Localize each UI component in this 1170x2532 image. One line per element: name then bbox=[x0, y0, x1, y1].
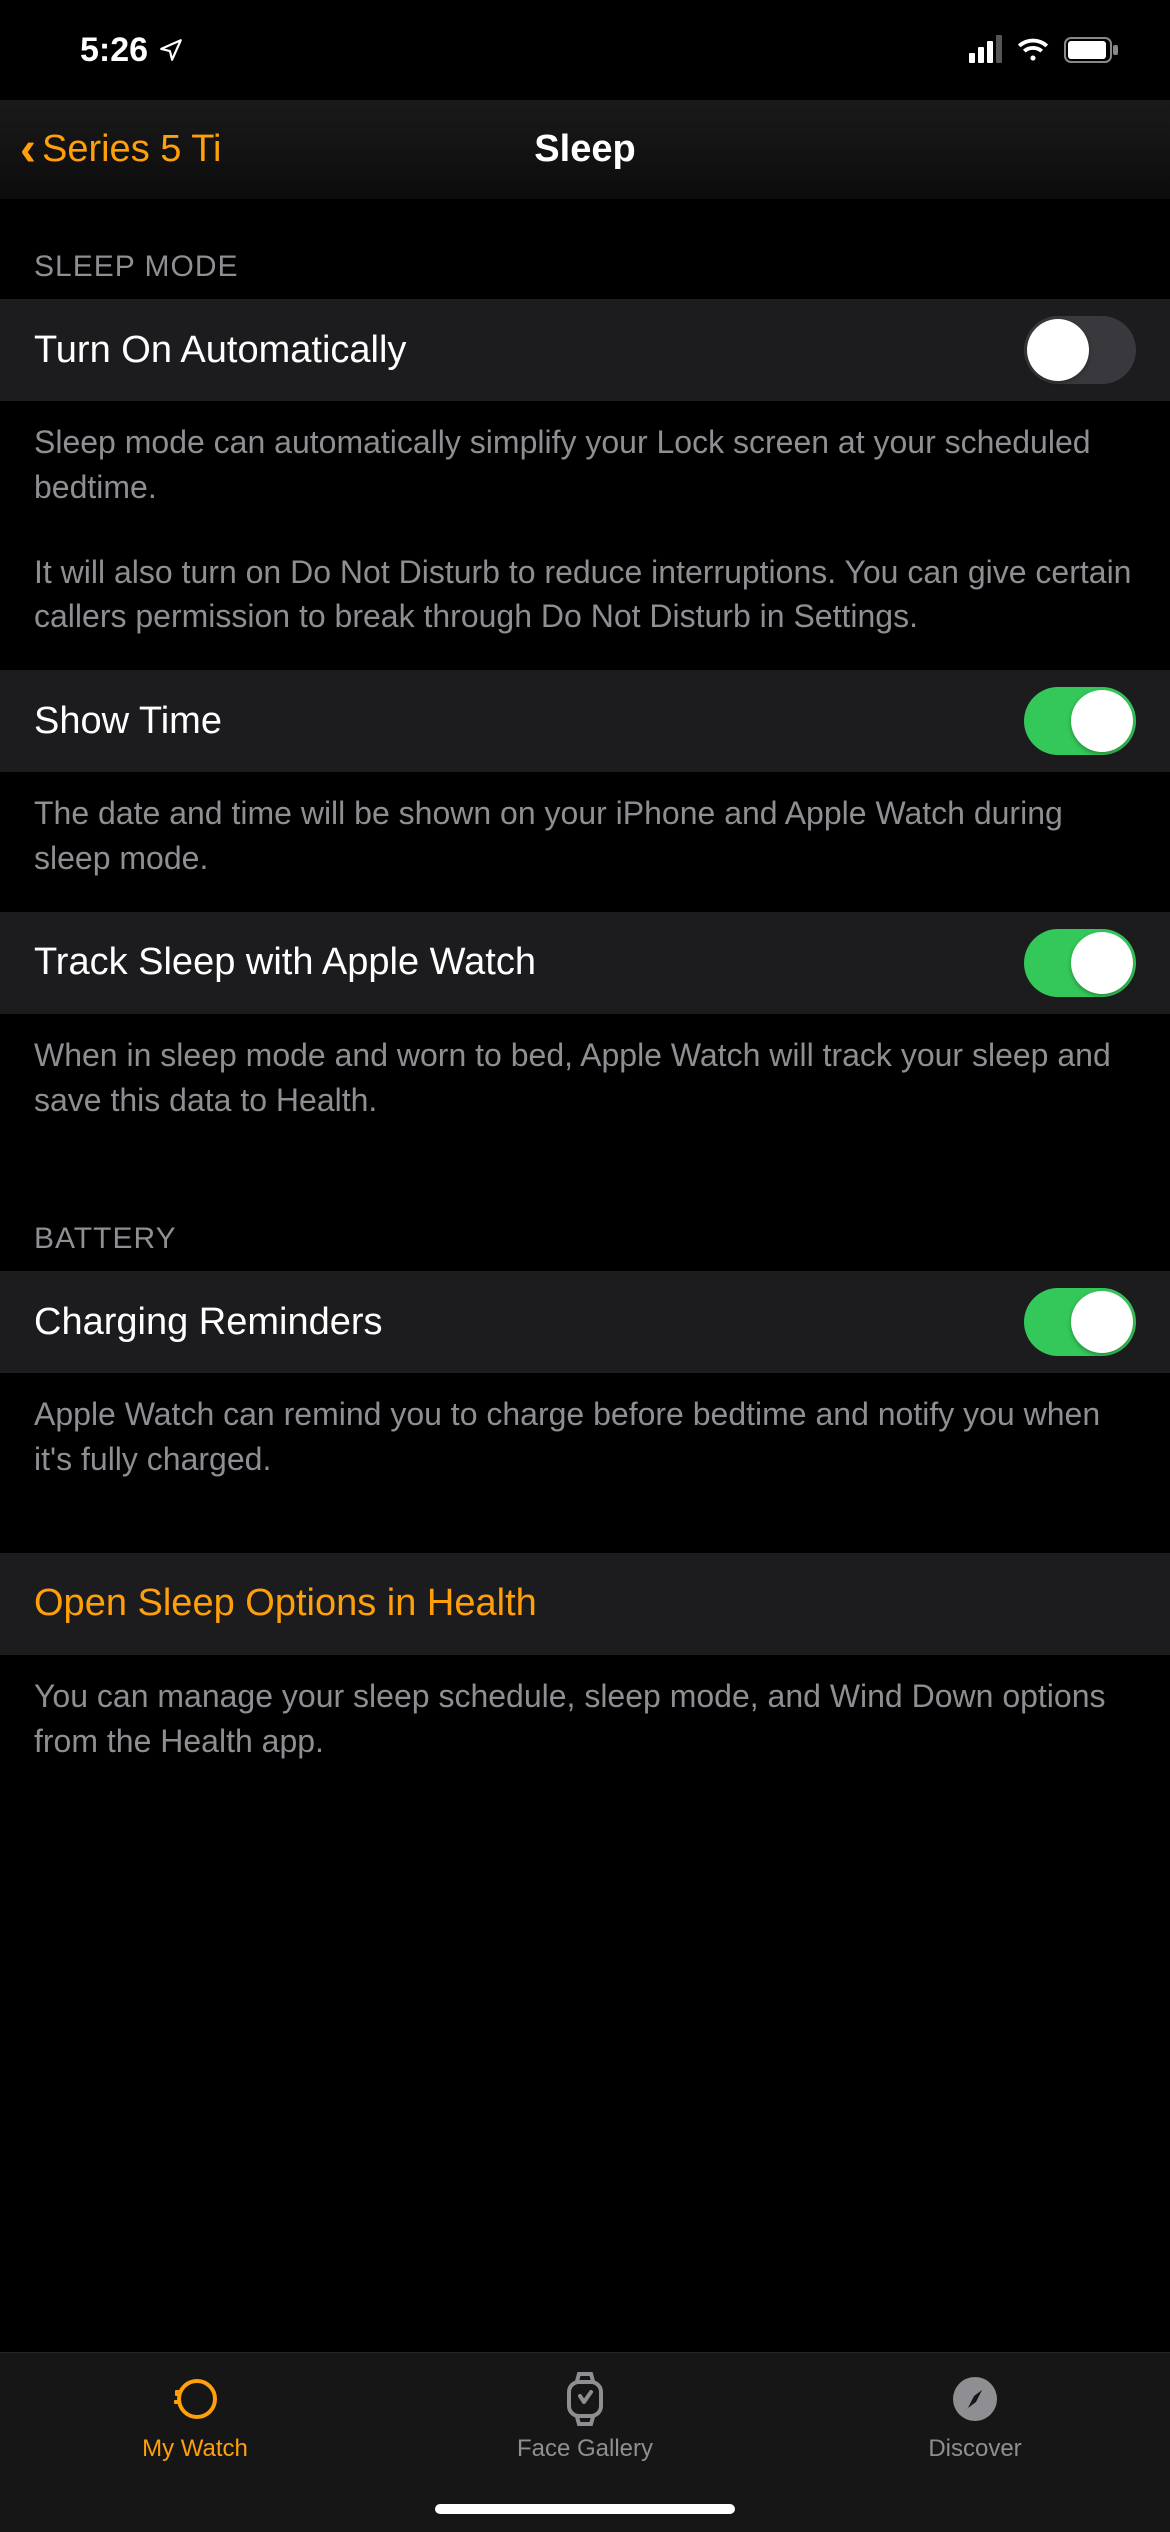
location-services-icon bbox=[158, 37, 184, 63]
row-footer: You can manage your sleep schedule, slee… bbox=[0, 1656, 1170, 1794]
back-label: Series 5 Ti bbox=[42, 128, 222, 171]
tab-label: My Watch bbox=[142, 2435, 248, 2463]
row-footer: Apple Watch can remind you to charge bef… bbox=[0, 1374, 1170, 1512]
toggle-turn-on-automatically[interactable] bbox=[1024, 316, 1136, 384]
tab-face-gallery[interactable]: Face Gallery bbox=[392, 2371, 778, 2463]
row-footer: Sleep mode can automatically simplify yo… bbox=[0, 402, 1170, 669]
nav-bar: ‹ Series 5 Ti Sleep bbox=[0, 100, 1170, 200]
row-label: Show Time bbox=[34, 700, 222, 743]
toggle-show-time[interactable] bbox=[1024, 687, 1136, 755]
row-label: Turn On Automatically bbox=[34, 329, 406, 372]
status-time: 5:26 bbox=[80, 31, 148, 70]
content-scroll[interactable]: SLEEP MODE Turn On Automatically Sleep m… bbox=[0, 200, 1170, 2352]
row-charging-reminders[interactable]: Charging Reminders bbox=[0, 1270, 1170, 1374]
home-indicator[interactable] bbox=[435, 2504, 735, 2514]
row-footer: When in sleep mode and worn to bed, Appl… bbox=[0, 1015, 1170, 1153]
row-track-sleep[interactable]: Track Sleep with Apple Watch bbox=[0, 911, 1170, 1015]
watch-side-icon bbox=[167, 2371, 223, 2427]
tab-label: Discover bbox=[928, 2435, 1021, 2463]
back-button[interactable]: ‹ Series 5 Ti bbox=[0, 126, 222, 174]
tab-label: Face Gallery bbox=[517, 2435, 653, 2463]
row-show-time[interactable]: Show Time bbox=[0, 669, 1170, 773]
status-bar: 5:26 bbox=[0, 0, 1170, 100]
section-header-battery: BATTERY bbox=[0, 1152, 1170, 1270]
watch-face-icon bbox=[557, 2371, 613, 2427]
battery-icon bbox=[1064, 37, 1120, 63]
row-label: Charging Reminders bbox=[34, 1301, 383, 1344]
status-left: 5:26 bbox=[80, 31, 184, 70]
row-label: Track Sleep with Apple Watch bbox=[34, 941, 536, 984]
row-turn-on-automatically[interactable]: Turn On Automatically bbox=[0, 298, 1170, 402]
row-label: Open Sleep Options in Health bbox=[34, 1582, 537, 1625]
status-right bbox=[969, 37, 1120, 63]
row-footer: The date and time will be shown on your … bbox=[0, 773, 1170, 911]
cellular-signal-icon bbox=[969, 37, 1002, 63]
wifi-icon bbox=[1016, 37, 1050, 63]
row-open-sleep-options[interactable]: Open Sleep Options in Health bbox=[0, 1552, 1170, 1656]
toggle-charging-reminders[interactable] bbox=[1024, 1288, 1136, 1356]
tab-discover[interactable]: Discover bbox=[782, 2371, 1168, 2463]
tab-my-watch[interactable]: My Watch bbox=[2, 2371, 388, 2463]
chevron-left-icon: ‹ bbox=[20, 126, 36, 174]
compass-icon bbox=[947, 2371, 1003, 2427]
section-header-sleep-mode: SLEEP MODE bbox=[0, 200, 1170, 298]
toggle-track-sleep[interactable] bbox=[1024, 929, 1136, 997]
